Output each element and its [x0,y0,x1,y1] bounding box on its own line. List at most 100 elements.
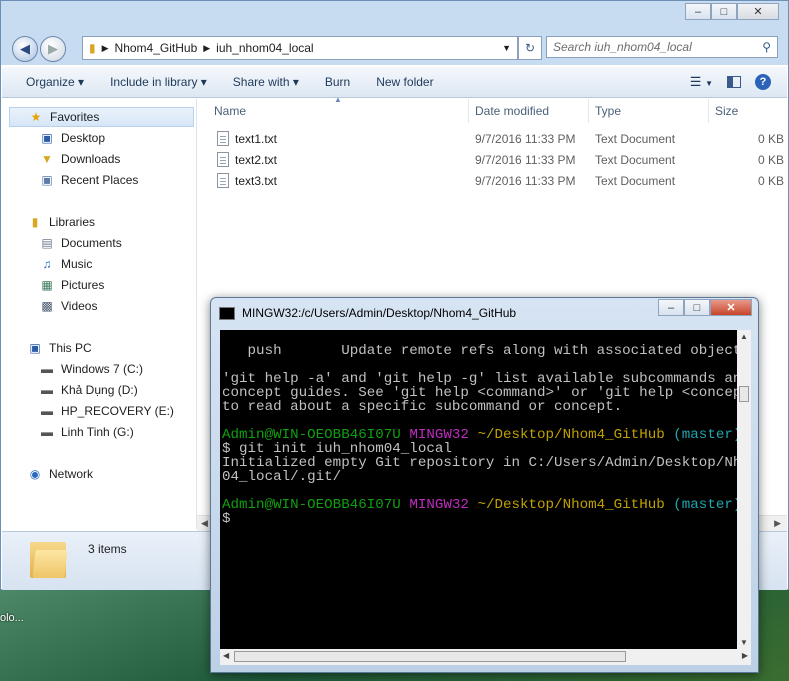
breadcrumb-separator-icon: ▶ [203,42,211,53]
file-name: text2.txt [235,153,278,167]
windows-drive-icon: ▬ [41,362,53,376]
help-icon[interactable]: ? [755,74,771,90]
nav-network[interactable]: ◉ Network [27,464,93,484]
scroll-right-icon[interactable]: ▶ [774,518,781,529]
file-date: 9/7/2016 11:33 PM [475,153,576,167]
navigation-pane: ★ Favorites ▣ Desktop ▼ Downloads ▣ Recent P… [9,99,196,529]
network-icon: ◉ [29,467,41,481]
navigation-bar: ◀ ▶ ▮ ▶ Nhom4_GitHub ▶ iuh_nhom04_local … [9,34,784,62]
close-button[interactable]: ✕ [737,3,779,20]
address-dropdown-icon[interactable]: ▼ [502,43,511,53]
maximize-button[interactable]: □ [711,3,737,20]
file-date: 9/7/2016 11:33 PM [475,132,576,146]
folder-icon: ▮ [89,41,96,55]
terminal-line: to read about a specific subcommand or c… [222,399,623,415]
file-type: Text Document [595,174,676,188]
view-options-icon[interactable]: ☰ ▼ [690,74,713,90]
new-folder-button[interactable]: New folder [363,75,446,89]
search-input[interactable]: Search iuh_nhom04_local ⚲ [546,36,778,58]
terminal-title-bar[interactable]: MINGW32:/c/Users/Admin/Desktop/Nhom4_Git… [219,304,516,322]
file-row[interactable]: text2.txt 9/7/2016 11:33 PM Text Documen… [213,150,784,170]
nav-pictures[interactable]: ▦ Pictures [39,275,104,295]
preview-pane-icon[interactable] [727,76,741,88]
nav-drive-d[interactable]: ▬ Khả Dụng (D:) [39,380,138,400]
terminal-maximize-button[interactable]: □ [684,299,710,316]
burn-button[interactable]: Burn [312,75,363,89]
column-separator[interactable] [708,99,709,123]
forward-button[interactable]: ▶ [40,36,66,62]
file-row[interactable]: text1.txt 9/7/2016 11:33 PM Text Documen… [213,129,785,149]
scroll-thumb[interactable] [739,386,749,402]
desktop-icon-label[interactable]: olo... [0,612,24,624]
scroll-left-icon[interactable]: ◀ [201,518,208,529]
downloads-icon: ▼ [41,152,53,166]
file-row[interactable]: text3.txt 9/7/2016 11:33 PM Text Documen… [213,171,784,191]
arrow-right-icon: ▶ [48,41,58,56]
column-header-type[interactable]: Type [595,99,621,123]
videos-icon: ▩ [41,299,53,313]
breadcrumb-nhom4[interactable]: Nhom4_GitHub [115,41,198,55]
pictures-icon: ▦ [41,278,53,292]
column-separator[interactable] [468,99,469,123]
text-file-icon [217,152,229,167]
include-in-library-button[interactable]: Include in library ▾ [97,75,220,89]
console-icon [219,306,235,320]
arrow-left-icon: ◀ [20,41,30,56]
nav-drive-e[interactable]: ▬ HP_RECOVERY (E:) [39,401,174,421]
terminal-vertical-scrollbar[interactable]: ▲ ▼ [737,330,751,649]
nav-drive-c[interactable]: ▬ Windows 7 (C:) [39,359,143,379]
minimize-button[interactable]: – [685,3,711,20]
column-header-date-modified[interactable]: Date modified [475,99,549,123]
folder-icon [30,538,68,578]
file-type: Text Document [595,153,676,167]
drive-icon: ▬ [41,425,53,439]
column-header-size[interactable]: Size [715,99,738,123]
nav-this-pc[interactable]: ▣ This PC [27,338,91,358]
text-file-icon [217,173,229,188]
terminal-prompt: Admin@WIN-OEOBB46I07U MINGW32 ~/Desktop/… [222,497,737,513]
text-file-icon [217,131,229,146]
scroll-left-icon[interactable]: ◀ [223,651,229,660]
scroll-right-icon[interactable]: ▶ [742,651,748,660]
terminal-close-button[interactable]: ✕ [710,299,752,316]
scroll-down-icon[interactable]: ▼ [740,638,748,647]
terminal-window-controls: – □ ✕ [658,299,752,316]
share-with-button[interactable]: Share with ▾ [220,75,312,89]
libraries-icon: ▮ [31,215,39,229]
documents-icon: ▤ [41,236,53,250]
recent-places-icon: ▣ [41,173,53,187]
terminal-screen[interactable]: push Update remote refs along with assoc… [220,330,737,649]
star-icon: ★ [30,110,42,124]
file-name: text3.txt [235,174,278,188]
terminal-prompt: Admin@WIN-OEOBB46I07U MINGW32 ~/Desktop/… [222,427,737,443]
organize-button[interactable]: Organize ▾ [2,75,97,89]
nav-desktop[interactable]: ▣ Desktop [39,128,105,148]
nav-libraries[interactable]: ▮ Libraries [27,212,95,232]
nav-drive-g[interactable]: ▬ Linh Tinh (G:) [39,422,134,442]
nav-music[interactable]: ♫ Music [39,254,93,274]
column-separator[interactable] [588,99,589,123]
nav-documents[interactable]: ▤ Documents [39,233,121,253]
terminal-line: 'git help -a' and 'git help -g' list ava… [222,371,737,387]
column-header-name[interactable]: Name [214,99,246,123]
nav-favorites[interactable]: ★ Favorites [9,107,194,127]
nav-videos[interactable]: ▩ Videos [39,296,97,316]
computer-icon: ▣ [29,341,41,355]
breadcrumb-separator-icon: ▶ [101,42,109,53]
nav-recent-places[interactable]: ▣ Recent Places [39,170,138,190]
command-bar: Organize ▾ Include in library ▾ Share wi… [2,67,787,98]
terminal-horizontal-scrollbar[interactable]: ◀ ▶ [220,649,751,665]
breadcrumb-local[interactable]: iuh_nhom04_local [216,41,313,55]
drive-icon: ▬ [41,383,53,397]
address-bar[interactable]: ▮ ▶ Nhom4_GitHub ▶ iuh_nhom04_local ▼ [82,36,518,60]
item-count: 3 items [88,542,127,556]
nav-downloads[interactable]: ▼ Downloads [39,149,120,169]
scroll-thumb[interactable] [234,651,626,662]
pane-splitter[interactable] [196,99,197,529]
file-size: 0 KB [758,132,785,146]
terminal-minimize-button[interactable]: – [658,299,684,316]
refresh-button[interactable]: ↻ [518,36,542,60]
terminal-line: concept guides. See 'git help <command>'… [222,385,737,401]
scroll-up-icon[interactable]: ▲ [740,332,748,341]
back-button[interactable]: ◀ [12,36,38,62]
